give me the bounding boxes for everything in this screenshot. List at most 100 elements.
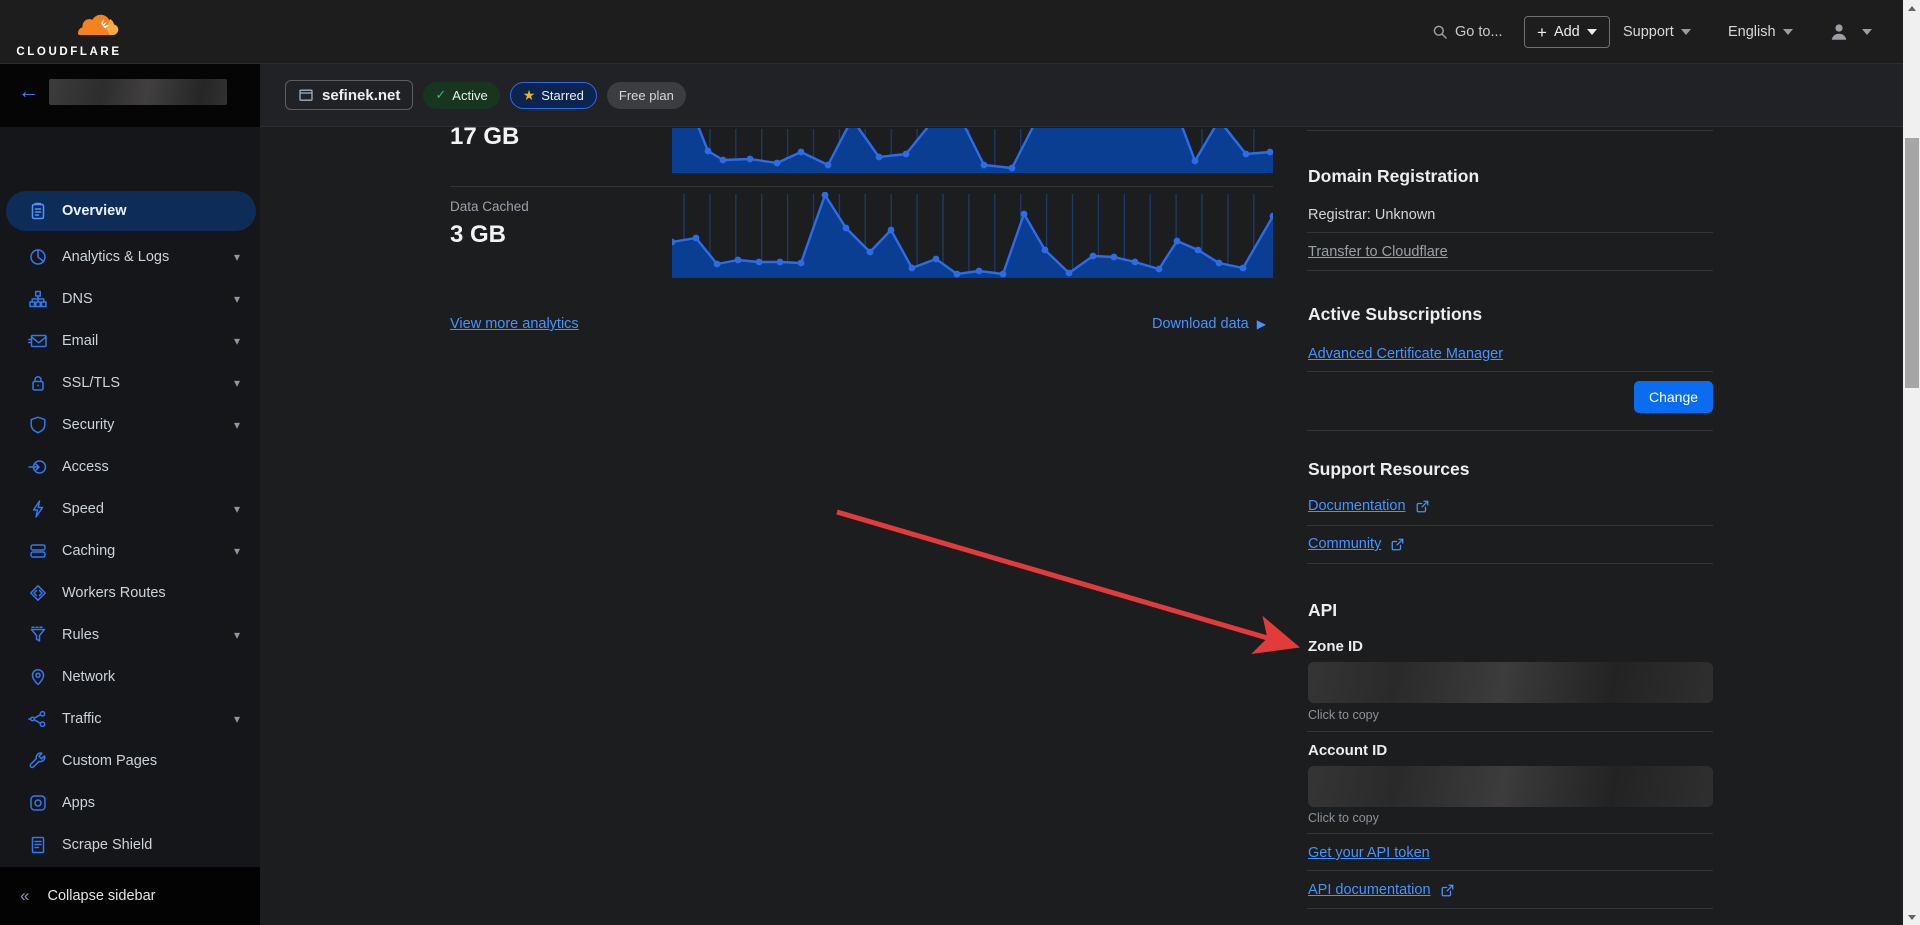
change-button[interactable]: Change [1634,381,1713,413]
chevron-down-icon [1862,29,1872,35]
scrollbar-thumb[interactable] [1905,138,1919,388]
sidebar-item-label: Overview [62,203,234,219]
divider [450,186,1273,187]
divider [1307,270,1713,271]
sidebar-item-custom-pages[interactable]: Custom Pages ▾ [6,741,256,781]
support-resources-title: Support Resources [1308,459,1469,480]
lock-icon [28,373,48,393]
divider [1307,870,1713,871]
account-name-redacted[interactable] [49,79,227,105]
scrollbar-up-arrow[interactable] [1903,0,1920,16]
sidebar-item-traffic[interactable]: Traffic ▾ [6,699,256,739]
clipboard-icon [28,201,48,221]
api-documentation-link[interactable]: API documentation [1308,882,1455,898]
language-menu[interactable]: English [1728,0,1793,64]
pin-icon [28,667,48,687]
divider [1307,371,1713,372]
collapse-chevrons-icon: « [20,886,29,906]
cloudflare-wordmark: CLOUDFLARE [14,46,124,58]
sidebar-item-label: Scrape Shield [62,837,234,853]
sidebar-item-label: Network [62,669,234,685]
sidebar-item-overview[interactable]: Overview ▾ [6,191,256,231]
sidebar-item-label: Traffic [62,711,234,727]
search-icon [1432,24,1448,40]
language-label: English [1728,24,1776,40]
registrar-text: Registrar: Unknown [1308,207,1435,223]
user-menu[interactable] [1828,0,1872,64]
top-navbar: CLOUDFLARE Go to... + Add Support Englis… [0,0,1903,64]
zone-id-label: Zone ID [1308,638,1363,655]
plan-badge: Free plan [607,82,686,109]
domain-registration-title: Domain Registration [1308,166,1479,187]
zone-header: sefinek.net ✓ Active ★ Starred Free plan [260,64,1903,127]
chevron-down-icon: ▾ [234,502,240,516]
star-icon: ★ [523,87,536,104]
sidebar-item-ssl-tls[interactable]: SSL/TLS ▾ [6,363,256,403]
sidebar-item-apps[interactable]: Apps ▾ [6,783,256,823]
goto-search-button[interactable]: Go to... [1432,0,1503,64]
view-more-analytics-link[interactable]: View more analytics [450,316,579,332]
analytics-chart-row1 [672,128,1273,173]
zone-id-value-redacted[interactable] [1308,662,1713,703]
chevron-down-icon: ▾ [234,334,240,348]
external-link-icon [1415,499,1430,514]
scrollbar-down-arrow[interactable] [1903,909,1920,925]
chevron-down-icon: ▾ [234,628,240,642]
sitemap-icon [28,289,48,309]
pie-icon [28,247,48,267]
sidebar-item-label: Custom Pages [62,753,234,769]
divider [1307,731,1713,732]
sidebar-item-scrape-shield[interactable]: Scrape Shield ▾ [6,825,256,865]
sidebar-item-workers-routes[interactable]: Workers Routes ▾ [6,573,256,613]
envelope-icon [28,331,48,351]
sidebar-item-dns[interactable]: DNS ▾ [6,279,256,319]
sidebar-item-analytics-logs[interactable]: Analytics & Logs ▾ [6,237,256,277]
chart-row2-total: 3 GB [450,221,506,249]
starred-badge[interactable]: ★ Starred [510,82,597,109]
sidebar-item-label: Access [62,459,234,475]
chevron-down-icon: ▾ [234,292,240,306]
sidebar-item-access[interactable]: Access ▾ [6,447,256,487]
sidebar-item-label: Rules [62,627,234,643]
chevron-down-icon: ▾ [234,376,240,390]
sidebar-item-label: Workers Routes [62,585,234,601]
bolt-icon [28,499,48,519]
sidebar-item-speed[interactable]: Speed ▾ [6,489,256,529]
back-arrow-icon[interactable]: ← [18,80,39,104]
sidebar-item-security[interactable]: Security ▾ [6,405,256,445]
cloudflare-logo[interactable]: CLOUDFLARE [14,4,124,60]
sidebar-item-network[interactable]: Network ▾ [6,657,256,697]
workers-icon [28,583,48,603]
chevron-down-icon [1681,29,1691,35]
transfer-to-cloudflare-link[interactable]: Transfer to Cloudflare [1308,244,1448,260]
community-link[interactable]: Community [1308,536,1405,552]
chevron-down-icon: ▾ [234,712,240,726]
download-data-link[interactable]: Download data ▶ [1152,316,1266,332]
sidebar-item-caching[interactable]: Caching ▾ [6,531,256,571]
sidebar-item-label: DNS [62,291,234,307]
scrollbar[interactable] [1903,0,1920,925]
sidebar-item-rules[interactable]: Rules ▾ [6,615,256,655]
chart-row1-total: 17 GB [450,123,519,151]
divider [1307,130,1713,131]
apps-icon [28,793,48,813]
chevron-down-icon [1783,29,1793,35]
account-id-value-redacted[interactable] [1308,766,1713,807]
browser-window-icon [298,87,314,103]
sidebar-nav: Overview ▾ Analytics & Logs ▾ DNS ▾ Emai… [0,127,260,867]
support-menu[interactable]: Support [1623,0,1691,64]
external-link-icon [1390,537,1405,552]
divider [1307,232,1713,233]
support-label: Support [1623,24,1674,40]
sidebar-item-email[interactable]: Email ▾ [6,321,256,361]
collapse-sidebar-button[interactable]: « Collapse sidebar [0,867,260,925]
documentation-link[interactable]: Documentation [1308,498,1430,514]
server-icon [28,541,48,561]
advanced-certificate-manager-link[interactable]: Advanced Certificate Manager [1308,346,1503,362]
divider [1307,563,1713,564]
zone-id-copy-hint: Click to copy [1308,708,1379,722]
get-api-token-link[interactable]: Get your API token [1308,845,1430,861]
add-button[interactable]: + Add [1524,16,1610,48]
analytics-chart-data-cached [672,192,1273,278]
account-id-copy-hint: Click to copy [1308,811,1379,825]
